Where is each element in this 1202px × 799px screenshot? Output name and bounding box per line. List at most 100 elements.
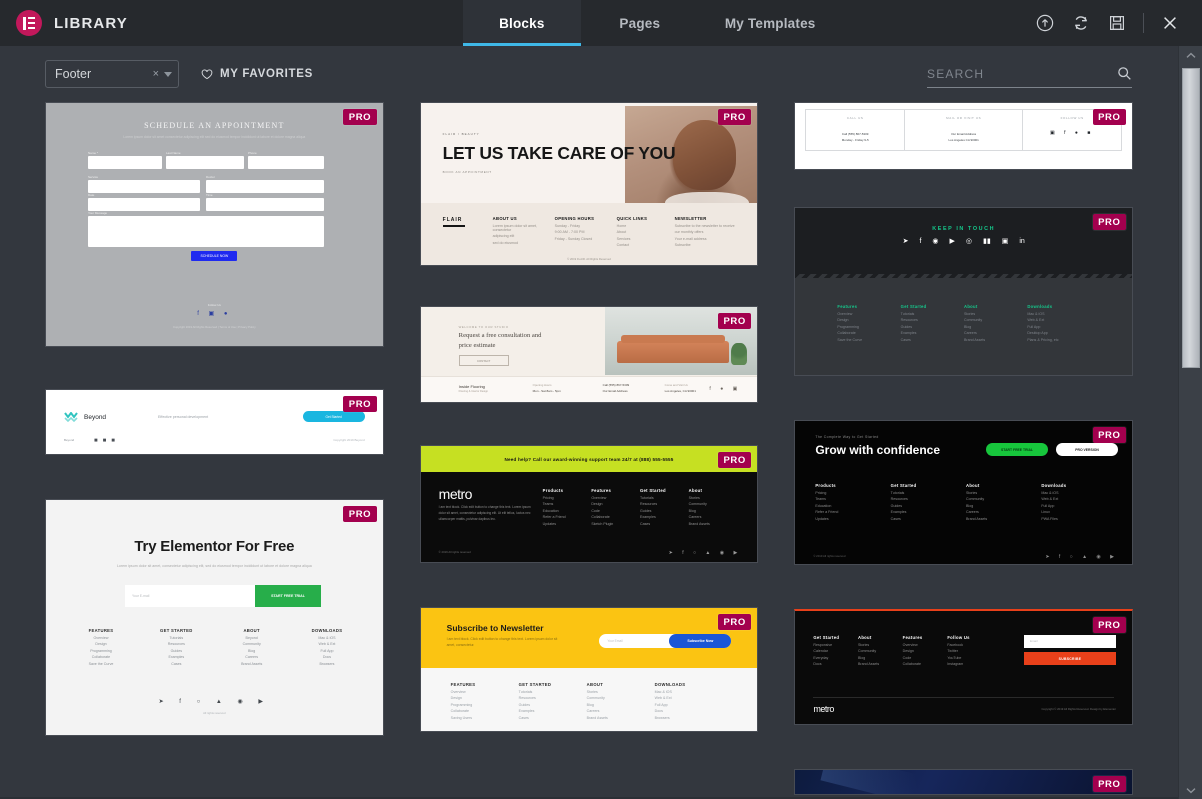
- template-card-flair[interactable]: PRO FLAIR / BEAUTY LET US TAKE CARE OF Y…: [419, 102, 759, 266]
- template-card-appointment[interactable]: PRO SCHEDULE AN APPOINTMENT Lorem ipsum …: [45, 102, 384, 347]
- scrollbar-down-arrow[interactable]: [1179, 781, 1202, 799]
- column-items[interactable]: Home About Services Contact: [617, 224, 657, 248]
- template-card-newsletter[interactable]: PRO Subscribe to Newsletter I am text bl…: [419, 607, 759, 732]
- social-icons[interactable]: ➤ f ○ ▲ ◉ ▶: [669, 550, 742, 556]
- tab-pages[interactable]: Pages: [581, 0, 699, 46]
- search-field[interactable]: [927, 60, 1132, 88]
- pinterest-icon[interactable]: ◎: [966, 238, 972, 245]
- beyond-cta-button[interactable]: Get Started: [302, 411, 365, 422]
- email-field[interactable]: Email: [1024, 635, 1117, 648]
- facebook-icon[interactable]: f: [919, 238, 921, 245]
- scrollbar-up-arrow[interactable]: [1179, 46, 1202, 64]
- appointment-title: SCHEDULE AN APPOINTMENT: [144, 121, 285, 130]
- category-filter-select[interactable]: Footer ×: [45, 60, 179, 88]
- interior-contact-button[interactable]: CONTACT: [458, 355, 509, 366]
- social-icons[interactable]: f ▣ ●: [46, 310, 383, 317]
- behance-icon[interactable]: ▮▮: [983, 238, 991, 245]
- form-select[interactable]: [206, 198, 324, 211]
- template-card-beyond[interactable]: PRO Beyond Effective personal developmen…: [45, 389, 384, 455]
- form-date[interactable]: [88, 198, 200, 211]
- grow-eyebrow: The Complete Way to Get Started: [815, 435, 879, 439]
- close-icon[interactable]: [1152, 0, 1188, 46]
- social-icons[interactable]: ➤ f ○ ▲ ◉ ▶: [46, 698, 383, 705]
- column-items[interactable]: Tutorials Resources Guides Examples Case…: [640, 496, 684, 526]
- column-head: Downloads: [1027, 304, 1053, 309]
- social-icons[interactable]: ■■■: [94, 438, 120, 444]
- column-items[interactable]: Mac & iOS Web & Ext Full App Desktop App…: [1027, 312, 1097, 342]
- column-items[interactable]: Responsive Calendar Everyday Docs: [813, 643, 855, 667]
- form-select[interactable]: [88, 180, 200, 193]
- dribbble-icon[interactable]: ▣: [1002, 238, 1009, 245]
- column-items[interactable]: Stories Community Blog Careers Brand Ass…: [689, 496, 733, 526]
- column-items[interactable]: Mac & iOS Web & Ext Full App Docs Browse…: [655, 690, 711, 720]
- social-icons[interactable]: ➤ f ○ ▲ ◉ ▶: [1045, 554, 1118, 560]
- tab-my-templates[interactable]: My Templates: [699, 0, 842, 46]
- subscribe-button[interactable]: SUBSCRIBE: [1024, 652, 1117, 665]
- library-toolbar: Footer × MY FAVORITES: [0, 46, 1178, 102]
- column-items[interactable]: Mac & iOS Web & Ext Full App Linux PWA F…: [1041, 491, 1107, 521]
- chevron-down-icon[interactable]: [164, 71, 172, 77]
- start-free-trial-button[interactable]: START FREE TRIAL: [255, 585, 321, 607]
- tab-blocks[interactable]: Blocks: [462, 0, 581, 46]
- form-input[interactable]: [248, 156, 324, 169]
- column-items[interactable]: Stories Community Blog Careers Brand Ass…: [964, 312, 1022, 342]
- footer-column: Features Overview Design Programming Col…: [837, 304, 895, 342]
- template-card-navy[interactable]: PRO: [794, 769, 1134, 795]
- footer-column: Get Started Tutorials Resources Guides E…: [891, 483, 957, 521]
- form-select[interactable]: [206, 180, 324, 193]
- metro-brand: metro: [813, 704, 834, 714]
- youtube-icon[interactable]: ▶: [950, 238, 955, 245]
- flair-cta[interactable]: BOOK AN APPOINTMENT: [443, 170, 492, 174]
- scrollbar-thumb[interactable]: [1182, 68, 1200, 368]
- subscribe-now-button[interactable]: Subscribe Now: [669, 634, 732, 648]
- template-card-grow[interactable]: PRO The Complete Way to Get Started Grow…: [794, 420, 1134, 565]
- column-items[interactable]: Stories Community Blog Brand Assets: [858, 643, 900, 667]
- column-items[interactable]: Facebook Twitter YouTube Instagram: [947, 643, 993, 667]
- start-free-trial-button[interactable]: START FREE TRIAL: [986, 443, 1049, 456]
- template-grid[interactable]: PRO SCHEDULE AN APPOINTMENT Lorem ipsum …: [0, 102, 1178, 799]
- column-items[interactable]: Tutorials Resources Guides Examples Case…: [901, 312, 959, 342]
- scrollbar[interactable]: [1178, 46, 1202, 799]
- sync-library-icon[interactable]: [1063, 0, 1099, 46]
- search-icon[interactable]: [1117, 66, 1132, 81]
- try-elementor-title: Try Elementor For Free: [134, 538, 295, 555]
- form-input[interactable]: [88, 156, 162, 169]
- template-card-metro-lime[interactable]: PRO Need help? Call our award-winning su…: [419, 445, 759, 563]
- email-field[interactable]: Your E-mail: [125, 585, 255, 607]
- footer-column: Get Started Tutorials Resources Guides E…: [901, 304, 959, 342]
- column-item[interactable]: Our Email Address: [905, 132, 1022, 136]
- column-items[interactable]: Overview Design Code Collaborate: [903, 643, 945, 667]
- linkedin-icon[interactable]: in: [1019, 238, 1024, 245]
- template-card-keep-in-touch[interactable]: PRO KEEP IN TOUCH ➤ f ◉ ▶ ◎ ▮▮ ▣ in Feat…: [794, 207, 1134, 376]
- twitter-icon[interactable]: ➤: [903, 238, 909, 245]
- social-icons[interactable]: ➤ f ◉ ▶ ◎ ▮▮ ▣ in: [795, 238, 1132, 245]
- column-items[interactable]: Overview Design Code Collaborate Sketch …: [591, 496, 635, 526]
- column-items[interactable]: Stories Community Blog Careers Brand Ass…: [966, 491, 1032, 521]
- search-input[interactable]: [927, 66, 1117, 81]
- column-item: Call (555) 867-5309: [841, 132, 869, 136]
- schedule-now-button[interactable]: SCHEDULE NOW: [191, 251, 238, 261]
- clear-filter-icon[interactable]: ×: [148, 68, 164, 80]
- column-items[interactable]: Stories Community Blog Careers Brand Ass…: [587, 690, 643, 720]
- pro-version-button[interactable]: PRO VERSION: [1056, 443, 1119, 456]
- template-card-interior[interactable]: PRO WELCOME TO OUR STUDIO Request a free…: [419, 306, 759, 403]
- column-items[interactable]: Tutorials Resources Guides Examples Case…: [891, 491, 957, 521]
- column-items[interactable]: Overview Design Programming Collaborate …: [451, 690, 507, 720]
- save-icon[interactable]: [1099, 0, 1135, 46]
- my-favorites-button[interactable]: MY FAVORITES: [201, 68, 313, 80]
- template-card-metro-red[interactable]: PRO Get Started Responsive Calendar Ever…: [794, 609, 1134, 725]
- footer-columns: Products Pricing Teams Education Refer a…: [543, 488, 733, 526]
- column-item[interactable]: Our Email Address: [603, 389, 630, 393]
- template-card-contact-table[interactable]: PRO CALL US Call (555) 867-5309 Monday -…: [794, 102, 1134, 170]
- column-items[interactable]: Pricing Teams Education Refer a Friend U…: [543, 496, 587, 526]
- social-icons[interactable]: f ● ▣: [709, 386, 741, 392]
- template-card-try-elementor[interactable]: PRO Try Elementor For Free Lorem ipsum d…: [45, 499, 384, 736]
- column-items[interactable]: Overview Design Programming Collaborate …: [837, 312, 895, 342]
- form-textarea[interactable]: [88, 216, 324, 247]
- social-icons[interactable]: ▣ f ● ■: [1023, 130, 1121, 136]
- column-items[interactable]: Tutorials Resources Guides Examples Case…: [519, 690, 575, 720]
- form-input[interactable]: [166, 156, 244, 169]
- instagram-icon[interactable]: ◉: [932, 238, 938, 245]
- import-template-icon[interactable]: [1027, 0, 1063, 46]
- column-items[interactable]: Pricing Teams Education Refer a Friend U…: [815, 491, 881, 521]
